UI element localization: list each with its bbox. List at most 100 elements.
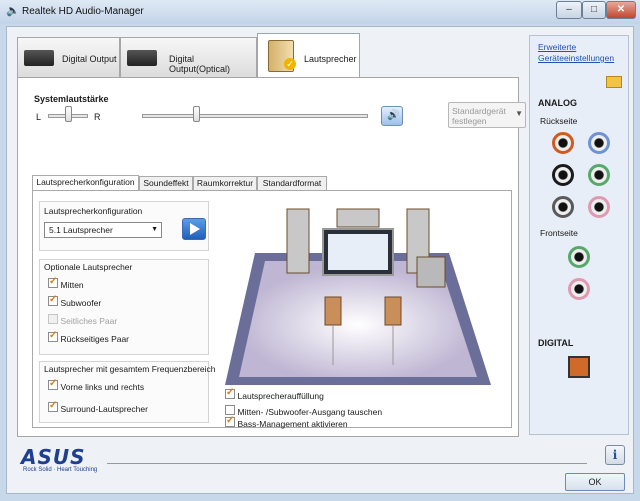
checkbox-vorne-links-rechts[interactable]: Vorne links und rechts — [48, 378, 208, 392]
checkbox-label: Mitten — [60, 280, 84, 290]
checkbox-rueckseitiges-paar[interactable]: Rückseitiges Paar — [48, 330, 198, 344]
tab-digital-output-optical[interactable]: Digital Output(Optical) — [120, 37, 257, 77]
speaker-room-illustration — [225, 208, 491, 385]
checkbox-subwoofer[interactable]: Subwoofer — [48, 294, 198, 308]
speaker-config-label: Lautsprecherkonfiguration — [44, 206, 143, 216]
subtab-label: Lautsprecherkonfiguration — [36, 177, 135, 187]
checkbox-box[interactable] — [225, 405, 235, 415]
volume-slider[interactable] — [142, 114, 368, 118]
folder-icon[interactable] — [606, 76, 622, 88]
advanced-settings-link[interactable]: Erweiterte Geräteeinstellungen — [538, 42, 626, 64]
balance-left-label: L — [36, 112, 42, 122]
checkbox-label: Subwoofer — [60, 298, 102, 308]
jack-rear-blue[interactable] — [588, 132, 610, 154]
main-panel: Systemlautstärke L R 🔊 Standardgerät fes… — [17, 77, 526, 437]
jack-rear-pink[interactable] — [588, 196, 610, 218]
jack-front-pink[interactable] — [568, 278, 590, 300]
front-label: Frontseite — [540, 228, 578, 238]
volume-slider-thumb[interactable] — [193, 106, 200, 122]
jack-rear-green[interactable] — [588, 164, 610, 186]
close-button[interactable]: ✕ — [606, 1, 636, 19]
window-title: Realtek HD Audio-Manager — [22, 6, 144, 17]
speaker-volume-icon: 🔊 — [387, 110, 400, 121]
speaker-check-icon: ✓ — [284, 58, 296, 70]
analog-heading: ANALOG — [538, 98, 577, 108]
rear-label: Rückseite — [540, 116, 578, 126]
checkbox-bass-management[interactable]: Bass-Management aktivieren — [225, 415, 485, 429]
checkbox-box[interactable] — [48, 400, 58, 412]
digital-heading: DIGITAL — [538, 338, 574, 348]
rear-left-speaker — [324, 296, 342, 326]
tab-label: Digital Output(Optical) — [169, 54, 231, 74]
checkbox-label: Seitliches Paar — [60, 316, 118, 326]
chevron-down-icon: ▼ — [151, 226, 158, 233]
checkbox-label: Mitten- /Subwoofer-Ausgang tauschen — [237, 407, 383, 417]
checkbox-box[interactable] — [48, 276, 58, 288]
asus-logo-text: ASUS — [21, 445, 86, 469]
checkbox-box[interactable] — [48, 378, 58, 390]
checkbox-box[interactable] — [48, 294, 58, 306]
optional-speakers-title: Optionale Lautsprecher — [44, 262, 133, 272]
subtab-label: Soundeffekt — [143, 178, 189, 188]
tab-digital-output[interactable]: Digital Output — [17, 37, 120, 77]
checkbox-lautsprecherauffuellung[interactable]: Lautsprecherauffüllung — [225, 387, 485, 401]
subtab-content: Lautsprecherkonfiguration 5.1 Lautsprech… — [32, 190, 512, 429]
jack-rear-black[interactable] — [552, 164, 574, 186]
checkbox-box[interactable] — [225, 387, 235, 399]
jack-rear-gray[interactable] — [552, 196, 574, 218]
digital-connector-icon[interactable] — [568, 356, 590, 378]
connector-panel: Erweiterte Geräteeinstellungen ANALOG Rü… — [529, 35, 629, 435]
checkbox-mitten-subwoofer-tauschen[interactable]: Mitten- /Subwoofer-Ausgang tauschen — [225, 405, 485, 417]
tab-label: Digital Output — [62, 54, 117, 64]
balance-slider-thumb[interactable] — [65, 106, 72, 122]
play-icon — [190, 223, 200, 235]
tab-standardformat[interactable]: Standardformat — [257, 176, 327, 190]
chevron-down-icon: ▼ — [515, 109, 523, 118]
ok-button[interactable]: OK — [565, 473, 625, 491]
minimize-button[interactable]: ‒ — [556, 1, 582, 19]
client-area: Digital Output Digital Output(Optical) ✓… — [6, 26, 634, 494]
jack-front-green[interactable] — [568, 246, 590, 268]
checkbox-surround[interactable]: Surround-Lautsprecher — [48, 400, 208, 414]
speaker-config-select[interactable]: 5.1 Lautsprecher ▼ — [44, 222, 162, 238]
device-icon — [127, 50, 157, 66]
play-test-button[interactable] — [182, 218, 206, 240]
full-range-group: Lautsprecher mit gesamtem Frequenzbereic… — [39, 361, 216, 423]
jack-rear-orange[interactable] — [552, 132, 574, 154]
center-speaker — [336, 208, 380, 228]
tab-soundeffekt[interactable]: Soundeffekt — [139, 176, 193, 190]
divider — [107, 463, 587, 464]
full-range-title: Lautsprecher mit gesamtem Frequenzbereic… — [44, 364, 216, 374]
subtab-label: Standardformat — [262, 178, 322, 188]
checkbox-label: Lautsprecherauffüllung — [237, 391, 324, 401]
checkbox-mitten[interactable]: Mitten — [48, 276, 198, 290]
checkbox-box[interactable] — [225, 415, 235, 427]
maximize-button[interactable]: □ — [582, 1, 606, 19]
window: 🔈 Realtek HD Audio-Manager ‒ □ ✕ Digital… — [0, 0, 640, 501]
tab-label: Lautsprecher — [304, 54, 357, 64]
balance-right-label: R — [94, 112, 101, 122]
subtab-label: Raumkorrektur — [196, 178, 254, 188]
asus-logo: ASUS Rock Solid · Heart Touching — [21, 445, 107, 473]
speaker-config-value: 5.1 Lautsprecher — [49, 225, 113, 235]
checkbox-label: Rückseitiges Paar — [60, 334, 130, 344]
checkbox-label: Bass-Management aktivieren — [237, 419, 348, 429]
mute-button[interactable]: 🔊 — [381, 106, 403, 126]
speaker-config-group: Lautsprecherkonfiguration 5.1 Lautsprech… — [39, 201, 209, 251]
checkbox-box — [48, 314, 58, 324]
set-default-device-label: Standardgerät festlegen — [452, 106, 506, 126]
tab-lautsprecherkonfiguration[interactable]: Lautsprecherkonfiguration — [32, 175, 139, 190]
checkbox-label: Vorne links und rechts — [60, 382, 145, 392]
checkbox-box[interactable] — [48, 330, 58, 342]
subwoofer — [416, 256, 446, 288]
volume-label: Systemlautstärke — [34, 94, 109, 104]
tab-lautsprecher[interactable]: ✓ Lautsprecher — [257, 33, 360, 77]
speaker-app-icon: 🔈 — [6, 5, 20, 17]
info-button[interactable]: i — [605, 445, 625, 465]
checkbox-seitliches-paar: Seitliches Paar — [48, 314, 198, 326]
set-default-device-button[interactable]: Standardgerät festlegen ▼ — [448, 102, 526, 128]
info-icon: i — [612, 448, 618, 462]
tab-raumkorrektur[interactable]: Raumkorrektur — [193, 176, 257, 190]
front-left-speaker — [286, 208, 310, 274]
checkbox-label: Surround-Lautsprecher — [60, 404, 148, 414]
